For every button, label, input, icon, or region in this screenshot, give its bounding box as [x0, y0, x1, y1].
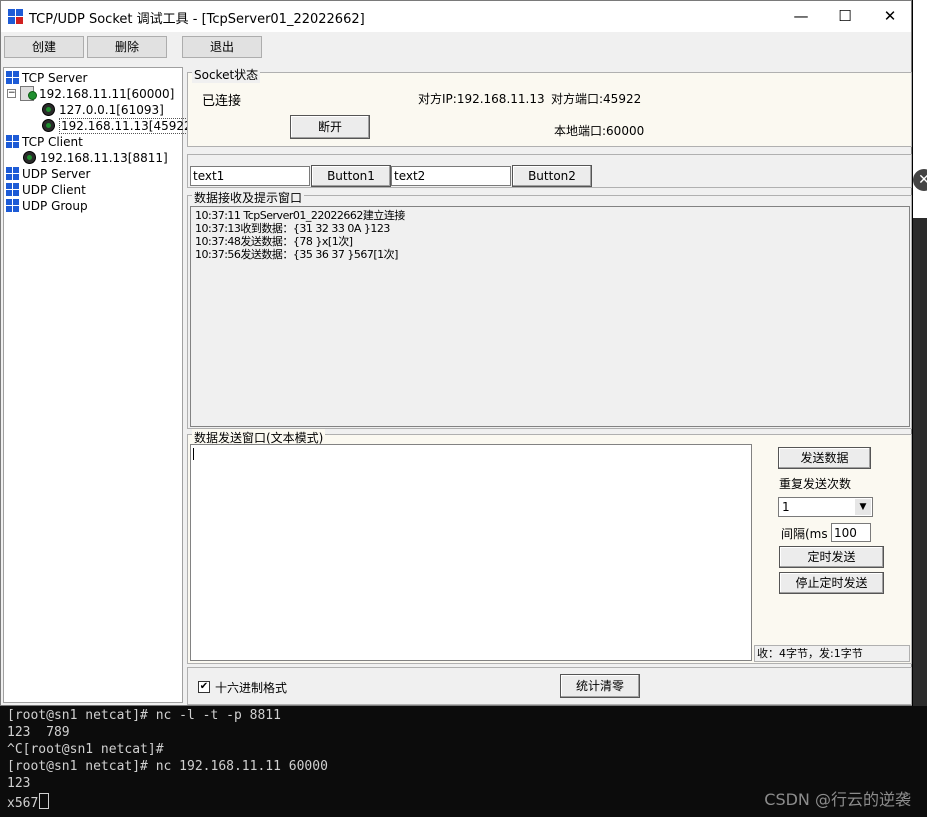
hex-label: 十六进制格式: [215, 681, 288, 695]
terminal-prompt-line: x567: [7, 793, 50, 811]
receive-log[interactable]: 10:37:11 TcpServer01_22022662建立连接 10:37:…: [190, 206, 910, 427]
log-line: 10:37:56发送数据：{35 36 37 }567[1次]: [195, 248, 398, 261]
send-textarea[interactable]: [190, 444, 752, 661]
local-port: 本地端口:60000: [554, 124, 645, 138]
udp-client-icon: [6, 183, 19, 196]
maximize-button[interactable]: ☐: [822, 1, 868, 32]
button1[interactable]: Button1: [311, 165, 391, 187]
tree-label: UDP Server: [22, 167, 91, 181]
tcp-server-icon: [6, 71, 19, 84]
connection-icon: [23, 151, 36, 164]
text-caret: [193, 448, 194, 460]
play-icon: [28, 91, 37, 100]
interval-input[interactable]: 100: [831, 523, 871, 542]
receive-title: 数据接收及提示窗口: [192, 189, 305, 206]
create-button[interactable]: 创建: [4, 36, 84, 58]
text1-input[interactable]: text1: [190, 166, 310, 186]
repeat-select[interactable]: 1 ▼: [778, 497, 873, 517]
socket-status-title: Socket状态: [192, 66, 261, 83]
delete-button[interactable]: 删除: [87, 36, 167, 58]
stop-timer-button[interactable]: 停止定时发送: [779, 572, 884, 594]
peer-ip: 对方IP:192.168.11.13: [418, 92, 545, 106]
terminal-line: 123: [7, 776, 31, 791]
connection-icon: [42, 119, 55, 132]
title-bar: TCP/UDP Socket 调试工具 - [TcpServer01_22022…: [1, 1, 911, 32]
watermark: CSDN @行云的逆袭: [764, 790, 911, 809]
tree-label: TCP Client: [22, 135, 83, 149]
terminal[interactable]: [root@sn1 netcat]# nc -l -t -p 8811 123 …: [0, 706, 927, 817]
connection-icon: [42, 103, 55, 116]
udp-server-icon: [6, 167, 19, 180]
minimize-button[interactable]: —: [778, 1, 824, 32]
interval-label: 间隔(ms: [781, 527, 828, 541]
repeat-label: 重复发送次数: [779, 477, 852, 491]
tree-item-server-node[interactable]: − 192.168.11.11[60000]: [7, 86, 174, 102]
exit-button[interactable]: 退出: [182, 36, 262, 58]
app-window: TCP/UDP Socket 调试工具 - [TcpServer01_22022…: [0, 0, 912, 706]
terminal-line: ^C[root@sn1 netcat]#: [7, 742, 164, 757]
timer-send-button[interactable]: 定时发送: [779, 546, 884, 568]
tree-label: 192.168.11.11[60000]: [39, 87, 175, 101]
chevron-down-icon[interactable]: ▼: [855, 499, 871, 515]
peer-port: 对方端口:45922: [551, 92, 642, 106]
connection-state: 已连接: [202, 94, 242, 109]
log-line: 10:37:48发送数据：{78 }x[1次]: [195, 235, 353, 248]
log-line: 10:37:13收到数据：{31 32 33 0A }123: [195, 222, 390, 235]
terminal-line: x567: [7, 796, 39, 811]
tree-label: 127.0.0.1[61093]: [59, 103, 164, 117]
text2-input[interactable]: text2: [391, 166, 511, 186]
tcp-client-icon: [6, 135, 19, 148]
button2[interactable]: Button2: [512, 165, 592, 187]
collapse-icon[interactable]: −: [7, 89, 16, 98]
tree-label: 192.168.11.13[8811]: [40, 151, 168, 165]
tree-label: UDP Client: [22, 183, 86, 197]
terminal-line: [root@sn1 netcat]# nc 192.168.11.11 6000…: [7, 759, 328, 774]
log-line: 10:37:11 TcpServer01_22022662建立连接: [195, 209, 405, 222]
bottom-bar: [187, 667, 912, 705]
disconnect-button[interactable]: 断开: [290, 115, 370, 139]
window-title: TCP/UDP Socket 调试工具 - [TcpServer01_22022…: [29, 12, 365, 27]
background-dark: [913, 218, 927, 706]
terminal-line: 123 789: [7, 725, 70, 740]
send-data-button[interactable]: 发送数据: [778, 447, 871, 469]
tree-label: TCP Server: [22, 71, 88, 85]
hex-checkbox[interactable]: ✔: [198, 681, 210, 693]
stats-status: 收：4字节，发:1字节: [754, 645, 910, 662]
reset-stats-button[interactable]: 统计清零: [560, 674, 640, 698]
terminal-line: [root@sn1 netcat]# nc -l -t -p 8811: [7, 708, 281, 723]
udp-group-icon: [6, 199, 19, 212]
tree-label: UDP Group: [22, 199, 88, 213]
terminal-cursor: [39, 793, 50, 809]
connection-tree: TCP Server − 192.168.11.11[60000] 127.0.…: [3, 67, 199, 703]
close-button[interactable]: ✕: [867, 1, 913, 32]
tree-item-conn2[interactable]: 192.168.11.13[45922]: [42, 118, 199, 134]
repeat-value: 1: [782, 500, 790, 514]
tree-label: 192.168.11.13[45922]: [59, 118, 199, 134]
app-icon: [8, 9, 24, 25]
